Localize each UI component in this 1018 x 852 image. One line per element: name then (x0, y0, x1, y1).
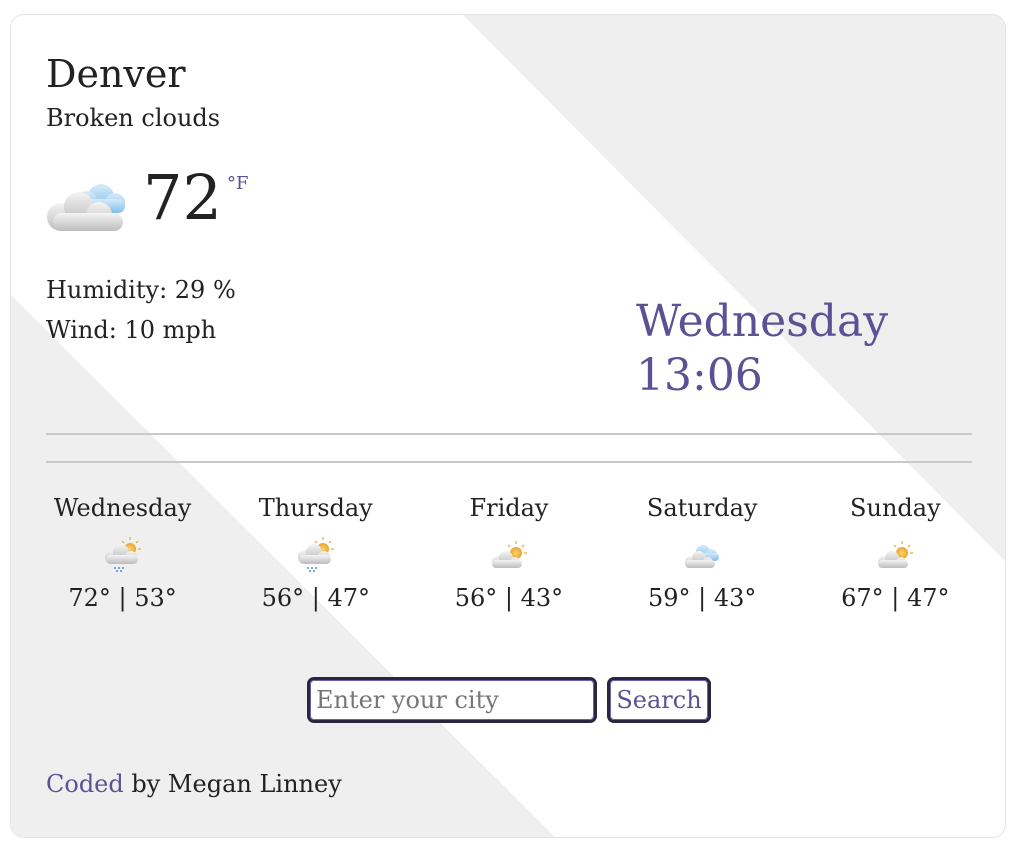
current-temperature: 72 (143, 161, 222, 234)
weather-card: Denver Broken clouds 72 °F Humidity: 29 … (10, 14, 1006, 838)
sun-cloud-icon (486, 535, 532, 575)
sun-cloud-rain-icon (100, 535, 146, 575)
current-day: Wednesday (636, 296, 889, 347)
city-search-input[interactable] (307, 677, 597, 723)
forecast-day: Friday 56° | 43° (412, 493, 605, 633)
coded-link[interactable]: Coded (46, 770, 124, 798)
forecast-row: Wednesday 72° | 53° Thursday 56° | 47° F… (26, 493, 992, 633)
search-button[interactable]: Search (607, 677, 711, 723)
forecast-temps: 56° | 47° (261, 584, 370, 612)
humidity: Humidity: 29 % (46, 276, 236, 304)
forecast-day: Thursday 56° | 47° (219, 493, 412, 633)
footer-credit: by Megan Linney (123, 770, 342, 798)
forecast-temps: 56° | 43° (454, 584, 564, 612)
sun-cloud-rain-icon (293, 535, 339, 575)
current-time: 13:06 (636, 350, 763, 401)
temperature-unit: °F (227, 173, 249, 194)
forecast-day-name: Sunday (850, 494, 941, 522)
forecast-day: Saturday 59° | 43° (606, 493, 799, 633)
forecast-day-name: Wednesday (53, 494, 192, 522)
weather-description: Broken clouds (46, 104, 221, 132)
broken-clouds-icon (43, 175, 133, 235)
forecast-day: Sunday 67° | 47° (799, 493, 992, 633)
forecast-temps: 67° | 47° (841, 584, 950, 612)
wind: Wind: 10 mph (46, 316, 217, 344)
forecast-temps: 59° | 43° (647, 584, 757, 612)
divider-bottom (46, 461, 972, 463)
forecast-temps: 72° | 53° (68, 584, 177, 612)
divider-top (46, 433, 972, 435)
forecast-day-name: Saturday (646, 494, 758, 522)
background-band-top (463, 15, 1005, 561)
footer: Coded by Megan Linney (46, 769, 342, 799)
forecast-day-name: Thursday (258, 494, 373, 522)
sun-cloud-icon (872, 535, 918, 575)
cloudy-icon (679, 535, 725, 575)
forecast-day-name: Friday (469, 494, 549, 522)
forecast-day: Wednesday 72° | 53° (26, 493, 219, 633)
city-name: Denver (46, 52, 186, 96)
